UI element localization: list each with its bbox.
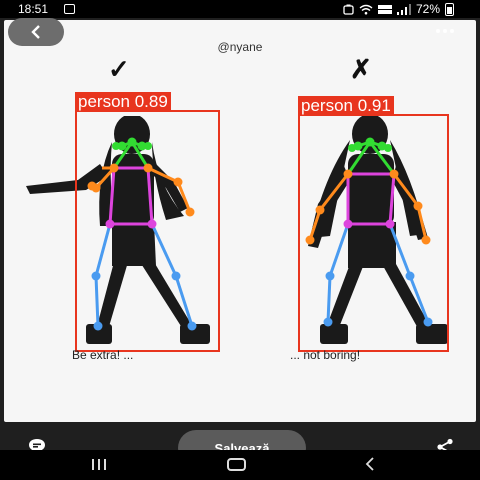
volte-icon [377,4,392,14]
nav-back-icon[interactable] [364,456,376,472]
back-button[interactable] [8,18,64,46]
home-button[interactable] [227,458,246,471]
signal-icon [396,3,411,15]
system-navigation-bar [0,450,480,480]
more-dot-icon [443,29,447,33]
alarm-icon [343,4,354,15]
wifi-icon [359,4,373,14]
more-dot-icon [450,29,454,33]
chevron-left-icon [31,25,40,39]
post-username: @nyane [217,40,263,54]
status-bar: 18:51 72% [0,0,480,18]
check-mark: ✓ [108,54,130,84]
left-caption: Be extra! ... [72,348,134,362]
battery-percent: 72% [415,2,440,16]
right-detection-box [298,114,449,352]
left-detection-box [75,110,220,352]
gallery-notification-icon [64,4,75,14]
left-detection-label: person 0.89 [75,92,171,111]
recent-bar-icon [92,459,94,470]
right-detection-label: person 0.91 [298,96,394,115]
post-image: @nyane ✓ ✗ person 0.89 person 0.91 Be ex… [4,20,476,422]
more-options-button[interactable] [436,26,458,36]
more-dot-icon [436,29,440,33]
app-screen: @nyane ✓ ✗ person 0.89 person 0.91 Be ex… [0,18,480,468]
recent-apps-button[interactable] [92,459,106,470]
battery-icon [445,2,454,16]
status-time: 18:51 [18,2,49,16]
right-caption: ... not boring! [290,348,361,362]
recent-bar-icon [98,459,100,470]
status-indicators: 72% [343,2,454,16]
recent-bar-icon [104,459,106,470]
cross-mark: ✗ [350,54,372,84]
